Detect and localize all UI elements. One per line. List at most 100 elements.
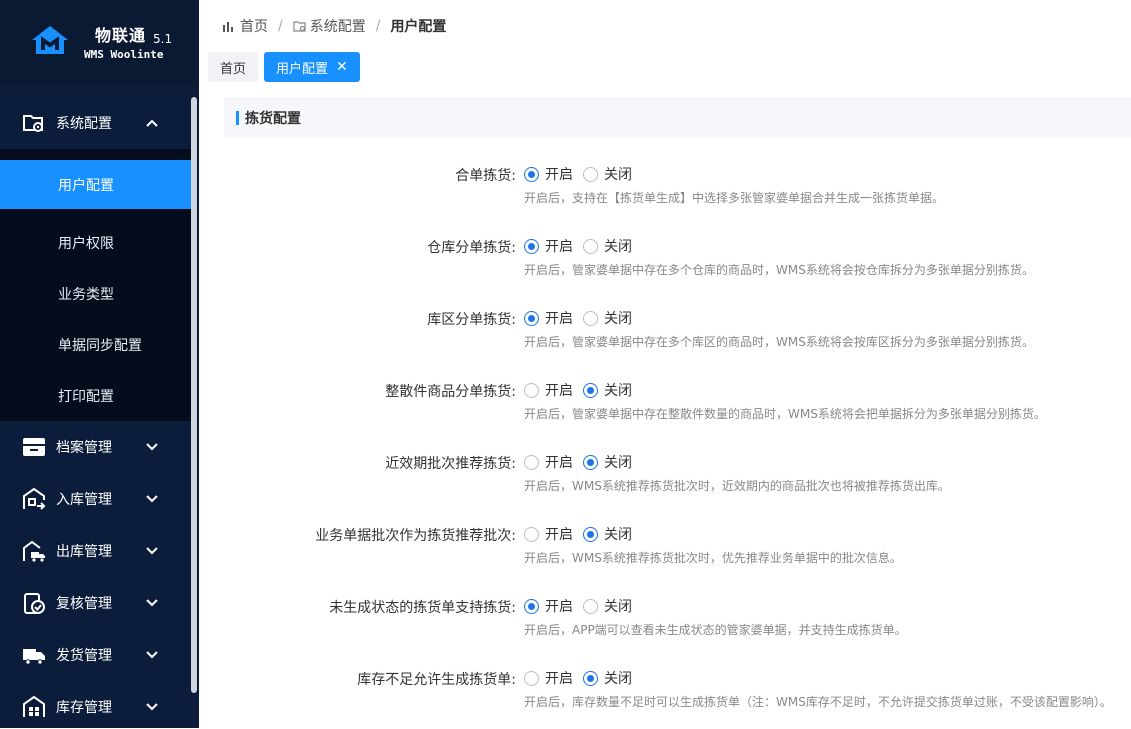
chevron-down-icon	[145, 440, 159, 454]
house-logo-icon	[32, 26, 68, 54]
radio-label: 开启	[545, 311, 573, 327]
breadcrumb-separator: /	[375, 18, 381, 34]
sidebar-group-outbound[interactable]: 出库管理	[0, 525, 193, 577]
radio-label: 关闭	[604, 167, 632, 183]
radio-circle[interactable]	[583, 310, 598, 326]
radio-off[interactable]: 关闭	[583, 380, 632, 400]
radio-circle[interactable]	[524, 382, 539, 398]
radio-on[interactable]: 开启	[524, 236, 573, 256]
radio-circle[interactable]	[583, 454, 598, 470]
tab-label: 首页	[220, 61, 247, 77]
radio-label: 开启	[545, 527, 573, 543]
radio-on[interactable]: 开启	[524, 452, 573, 472]
radio-on[interactable]: 开启	[524, 596, 573, 616]
radio-off[interactable]: 关闭	[583, 668, 632, 688]
setting-row: 近效期批次推荐拣货: 开启 关闭开启后，WMS系统推荐拣货批次时，近效期内的商品批次…	[199, 453, 1131, 513]
chevron-down-icon	[145, 492, 159, 506]
radio-circle[interactable]	[524, 526, 539, 542]
sidebar-group-label: 复核管理	[56, 596, 112, 612]
radio-circle[interactable]	[524, 670, 539, 686]
sidebar-group-label: 库存管理	[56, 700, 112, 716]
radio-group: 开启 关闭	[524, 452, 642, 472]
sidebar: 物联通 5.1 WMS Woolinte 系统配置 用户配置 用户权限 业务类型…	[0, 0, 199, 728]
sidebar-submenu-system: 用户配置 用户权限 业务类型 单据同步配置 打印配置	[0, 149, 193, 421]
setting-row: 库区分单拣货: 开启 关闭开启后，管家婆单据中存在多个库区的商品时，WMS系统将会按…	[199, 309, 1131, 369]
radio-label: 关闭	[604, 383, 632, 399]
tab-user-config[interactable]: 用户配置 ✕	[264, 52, 360, 82]
radio-group: 开启 关闭	[524, 524, 642, 544]
sidebar-group-inventory[interactable]: 库存管理	[0, 681, 193, 728]
setting-description: 开启后，WMS系统推荐拣货批次时，近效期内的商品批次也将被推荐拣货出库。	[524, 479, 950, 493]
radio-off[interactable]: 关闭	[583, 236, 632, 256]
radio-circle[interactable]	[583, 238, 598, 254]
radio-label: 开启	[545, 455, 573, 471]
radio-circle[interactable]	[583, 526, 598, 542]
tab-label: 用户配置	[276, 61, 329, 77]
radio-label: 开启	[545, 599, 573, 615]
home-chart-icon	[223, 22, 233, 32]
logo-area: 物联通 5.1 WMS Woolinte	[0, 0, 199, 86]
tab-home[interactable]: 首页	[208, 52, 259, 82]
setting-row: 整散件商品分单拣货: 开启 关闭 开启后，管家婆单据中存在整散件数量的商品时，WMS系…	[199, 381, 1131, 441]
sidebar-item-print-config[interactable]: 打印配置	[0, 370, 193, 421]
radio-off[interactable]: 关闭	[583, 308, 632, 328]
setting-description: 开启后，APP端可以查看未生成状态的管家婆单据，并支持生成拣货单。	[524, 623, 907, 637]
radio-circle[interactable]	[583, 382, 598, 398]
archive-box-icon	[22, 435, 46, 459]
sidebar-item-business-types[interactable]: 业务类型	[0, 268, 193, 319]
close-icon[interactable]: ✕	[336, 59, 348, 75]
sidebar-group-label: 发货管理	[56, 648, 112, 664]
radio-circle[interactable]	[524, 166, 539, 182]
breadcrumb-home[interactable]: 首页	[240, 16, 268, 36]
radio-label: 开启	[545, 671, 573, 687]
setting-label: 整散件商品分单拣货:	[385, 384, 516, 400]
sidebar-item-user-permissions[interactable]: 用户权限	[0, 209, 193, 268]
radio-circle[interactable]	[524, 238, 539, 254]
radio-circle[interactable]	[583, 598, 598, 614]
sidebar-group-system[interactable]: 系统配置	[0, 97, 193, 149]
chevron-down-icon	[145, 700, 159, 714]
sidebar-item-user-config[interactable]: 用户配置	[0, 160, 193, 209]
sidebar-group-review[interactable]: 复核管理	[0, 577, 193, 629]
sidebar-group-inbound[interactable]: 入库管理	[0, 473, 193, 525]
setting-description: 开启后，支持在【拣货单生成】中选择多张管家婆单据合并生成一张拣货单据。	[524, 191, 945, 205]
sidebar-item-doc-sync-config[interactable]: 单据同步配置	[0, 319, 193, 370]
sidebar-group-label: 出库管理	[56, 544, 112, 560]
radio-off[interactable]: 关闭	[583, 596, 632, 616]
logo-subtitle: WMS Woolinte	[84, 48, 164, 61]
radio-off[interactable]: 关闭	[583, 524, 632, 544]
sidebar-scrollbar[interactable]	[191, 97, 197, 693]
radio-circle[interactable]	[524, 310, 539, 326]
radio-off[interactable]: 关闭	[583, 452, 632, 472]
radio-group: 开启 关闭	[524, 668, 642, 688]
radio-circle[interactable]	[583, 166, 598, 182]
radio-on[interactable]: 开启	[524, 164, 573, 184]
radio-circle[interactable]	[583, 670, 598, 686]
radio-group: 开启 关闭	[524, 236, 642, 256]
breadcrumb-separator: /	[278, 18, 283, 34]
setting-row: 仓库分单拣货: 开启 关闭 开启后，管家婆单据中存在多个仓库的商品时，WMS系统将会按…	[199, 237, 1131, 297]
setting-label: 合单拣货:	[455, 168, 516, 184]
radio-circle[interactable]	[524, 598, 539, 614]
radio-circle[interactable]	[524, 454, 539, 470]
radio-on[interactable]: 开启	[524, 524, 573, 544]
setting-description: 开启后，管家婆单据中存在多个库区的商品时，WMS系统将会按库区拆分为多张单据分别…	[524, 335, 1034, 349]
sidebar-group-shipping[interactable]: 发货管理	[0, 629, 193, 681]
radio-group: 开启 关闭	[524, 596, 642, 616]
radio-group: 开启 关闭	[524, 164, 642, 184]
radio-label: 关闭	[604, 455, 632, 471]
radio-label: 关闭	[604, 671, 632, 687]
radio-on[interactable]: 开启	[524, 308, 573, 328]
radio-on[interactable]: 开启	[524, 668, 573, 688]
radio-on[interactable]: 开启	[524, 380, 573, 400]
main-content: 拣货配置 合单拣货: 开启 关闭 开启后，支持在【拣货单生成】中选择多张管家婆单据合并…	[199, 88, 1131, 728]
folder-gear-icon	[22, 111, 46, 135]
section-header: 拣货配置	[224, 97, 1131, 138]
radio-off[interactable]: 关闭	[583, 164, 632, 184]
section-title: 拣货配置	[245, 110, 301, 127]
sidebar-group-archive[interactable]: 档案管理	[0, 421, 193, 473]
breadcrumb-system-config[interactable]: 系统配置	[310, 16, 366, 36]
setting-label: 库区分单拣货:	[427, 312, 516, 328]
setting-label: 近效期批次推荐拣货:	[385, 456, 516, 472]
breadcrumb-current: 用户配置	[390, 19, 447, 35]
